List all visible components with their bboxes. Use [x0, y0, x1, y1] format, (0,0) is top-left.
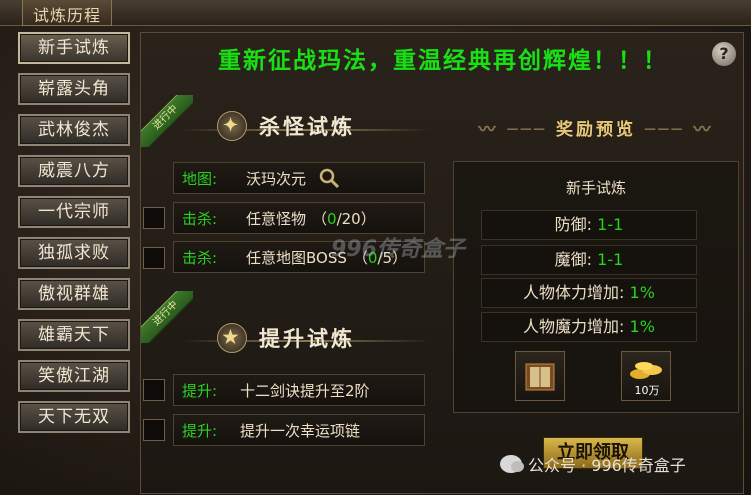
title-bar: 试炼历程: [0, 0, 751, 26]
reward-stat: 人物魔力增加: 1%: [481, 312, 697, 342]
task-checkbox[interactable]: [143, 247, 165, 269]
task-row: 击杀: 任意怪物 （0/20）: [173, 202, 425, 234]
sidebar-item-5[interactable]: 一代宗师: [18, 196, 130, 228]
sidebar-item-8[interactable]: 雄霸天下: [18, 319, 130, 351]
reward-item-gold[interactable]: 10万: [621, 351, 671, 401]
banner-text: 重新征战玛法，重温经典再创辉煌！！！: [218, 47, 668, 74]
sidebar-item-7[interactable]: 傲视群雄: [18, 278, 130, 310]
wechat-footer: 公众号 · 996传奇盒子: [500, 452, 686, 476]
task-checkbox[interactable]: [143, 207, 165, 229]
game-window: 试炼历程 新手试炼 崭露头角 武林俊杰 威震八方 一代宗师 独孤求败 傲视群雄 …: [0, 0, 751, 495]
task-checkbox[interactable]: [143, 379, 165, 401]
watermark: 996传奇盒子: [331, 237, 465, 262]
gold-coins-icon: [630, 362, 662, 379]
reward-title: 〰 ─── 奖励预览 ─── 〰: [478, 120, 714, 140]
book-icon: [525, 363, 555, 391]
map-row: 地图: 沃玛次元: [173, 162, 425, 194]
kill-section-title: ✦ 杀怪试炼: [217, 111, 355, 141]
star-badge-icon: ✦: [217, 111, 247, 141]
item-count: 10万: [634, 384, 660, 397]
task-row: 提升: 提升一次幸运项链: [173, 414, 425, 446]
sidebar-item-9[interactable]: 笑傲江湖: [18, 360, 130, 392]
task-row: 提升: 十二剑诀提升至2阶: [173, 374, 425, 406]
status-ribbon-upgrade: 进行中: [141, 291, 193, 343]
sidebar: 新手试炼 崭露头角 武林俊杰 威震八方 一代宗师 独孤求败 傲视群雄 雄霸天下 …: [10, 32, 138, 442]
reward-stat: 防御: 1-1: [481, 210, 697, 240]
sidebar-item-10[interactable]: 天下无双: [18, 401, 130, 433]
wechat-icon: [500, 455, 524, 473]
task-checkbox[interactable]: [143, 419, 165, 441]
star-badge-icon: ★: [217, 323, 247, 353]
sidebar-item-4[interactable]: 威震八方: [18, 155, 130, 187]
upgrade-section-title: ★ 提升试炼: [217, 323, 355, 353]
progress-count: 0: [327, 209, 337, 228]
reward-item-book[interactable]: [515, 351, 565, 401]
reward-name: 新手试炼: [565, 179, 626, 197]
sidebar-item-2[interactable]: 崭露头角: [18, 73, 130, 105]
sidebar-item-newbie[interactable]: 新手试炼: [18, 32, 130, 64]
reward-stat: 人物体力增加: 1%: [481, 278, 697, 308]
help-button[interactable]: ?: [711, 41, 737, 67]
sidebar-item-3[interactable]: 武林俊杰: [18, 114, 130, 146]
sidebar-item-6[interactable]: 独孤求败: [18, 237, 130, 269]
window-title: 试炼历程: [22, 0, 113, 26]
reward-stat: 魔御: 1-1: [481, 245, 697, 275]
search-icon[interactable]: [318, 167, 340, 189]
main-panel: 重新征战玛法，重温经典再创辉煌！！！ ? 进行中 ✦ 杀怪试炼 地图: 沃玛次元…: [140, 32, 744, 494]
status-ribbon-kill: 进行中: [141, 95, 193, 147]
